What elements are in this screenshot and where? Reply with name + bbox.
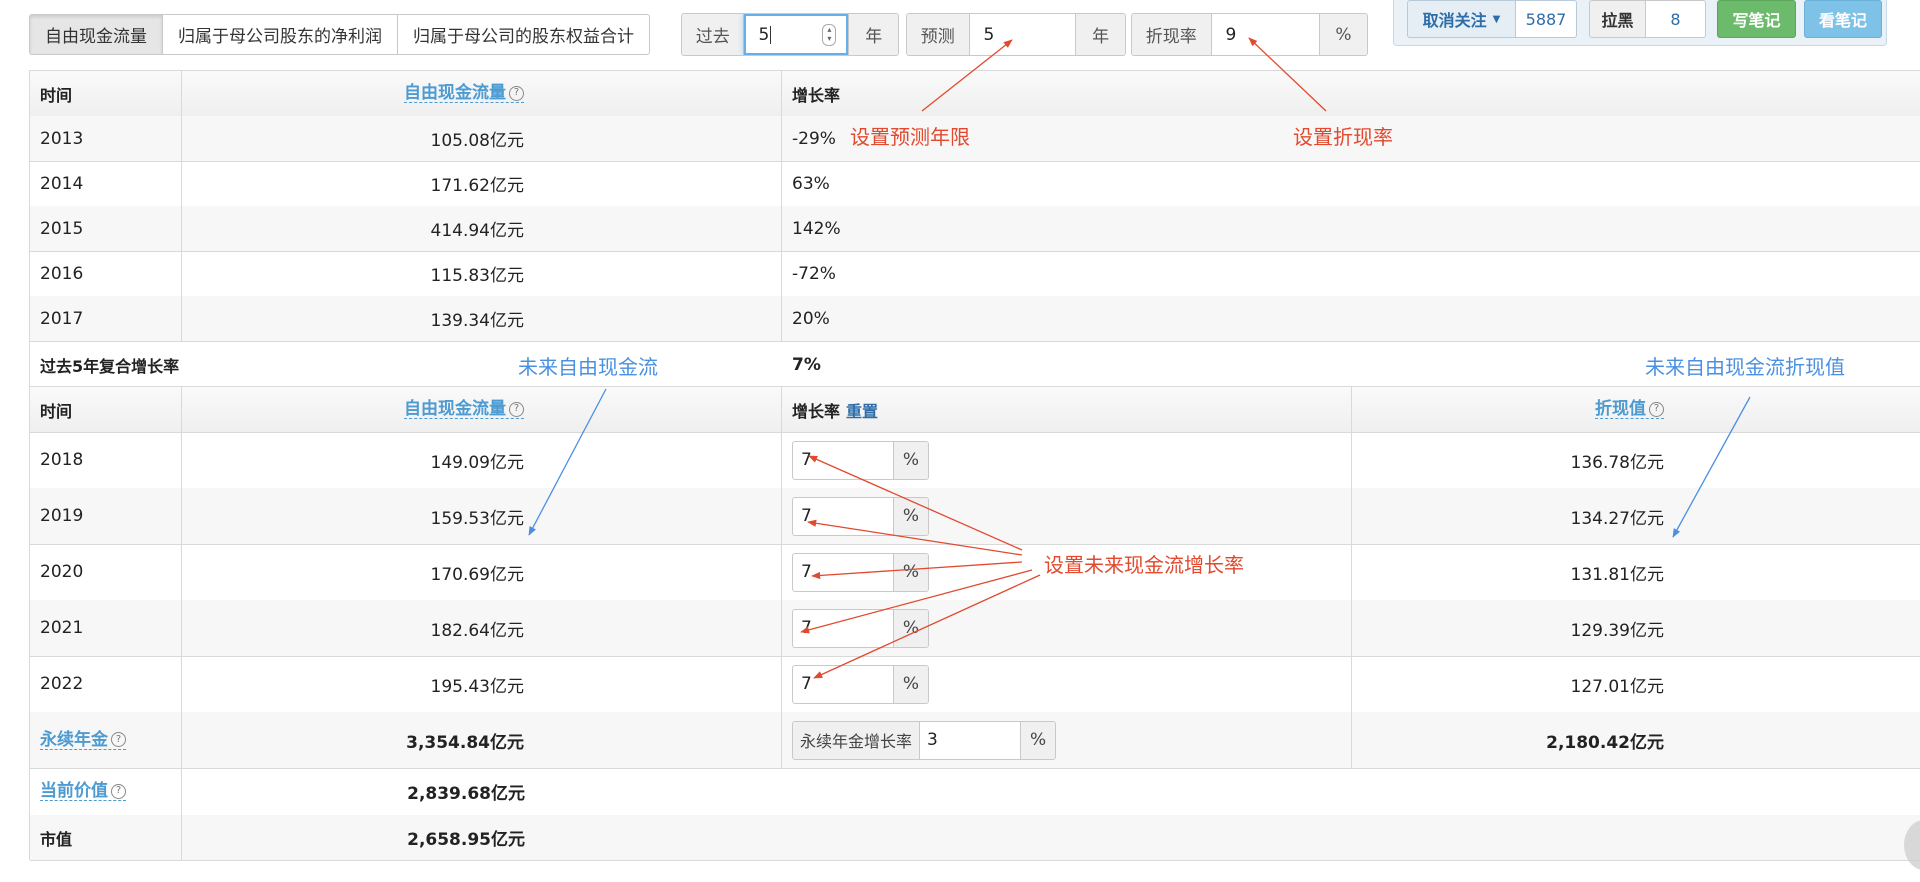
annotation-forecast-years: 设置预测年限 [850, 125, 970, 149]
annotation-growth-rate: 设置未来现金流增长率 [1044, 553, 1244, 577]
annotation-discount-rate: 设置折现率 [1293, 125, 1393, 149]
annotation-future-fcf: 未来自由现金流 [518, 355, 658, 379]
annotation-future-fcf-pv: 未来自由现金流折现值 [1645, 355, 1845, 379]
